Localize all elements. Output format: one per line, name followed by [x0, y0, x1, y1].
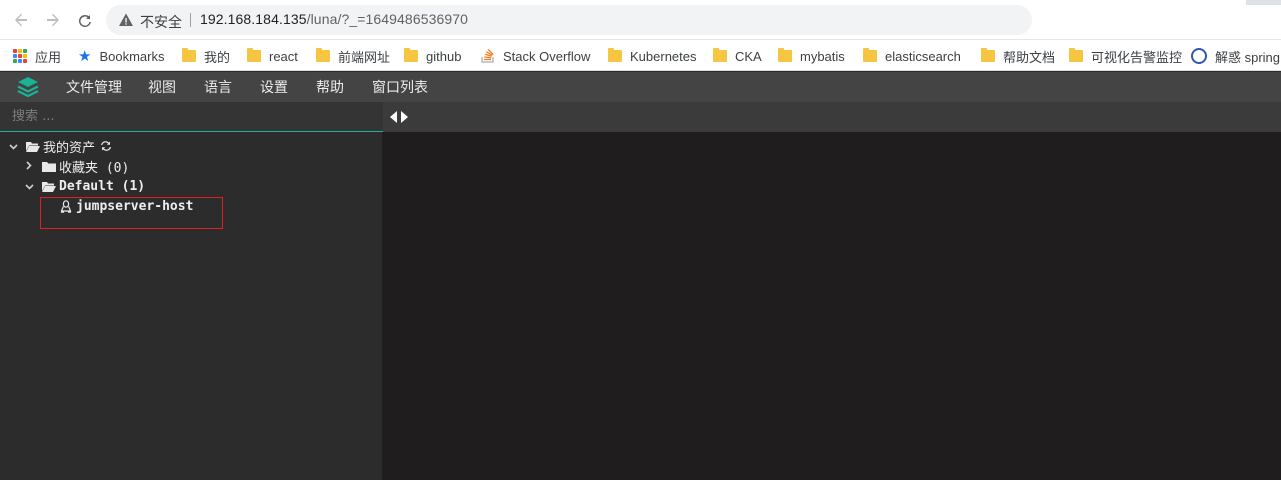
- url-text[interactable]: 192.168.184.135/luna/?_=1649486536970: [200, 11, 468, 27]
- bookmark-label: 我的: [204, 49, 231, 65]
- bookmark-label: Bookmarks: [99, 48, 165, 64]
- folder-icon: [863, 48, 877, 62]
- tree-favorites-label: 收藏夹 (0): [59, 160, 130, 176]
- bookmark-folder[interactable]: CKA: [713, 46, 762, 66]
- reload-icon[interactable]: [75, 10, 95, 30]
- folder-icon: [713, 48, 727, 62]
- tree-default-label: Default (1): [59, 178, 146, 194]
- asset-tree-pane: 我的资产 收藏夹 (0) Default (1) jumpserver-host: [0, 102, 383, 480]
- folder-icon: [608, 48, 622, 62]
- star-icon: ★: [78, 48, 92, 65]
- warning-icon[interactable]: [118, 12, 134, 28]
- bookmark-label: Kubernetes: [630, 48, 697, 64]
- folder-open-icon: [26, 141, 40, 152]
- menu-file-manager[interactable]: 文件管理: [66, 77, 122, 97]
- bookmark-label: CKA: [735, 48, 762, 64]
- app-menu-bar: 文件管理 视图 语言 设置 帮助 窗口列表: [0, 72, 1281, 102]
- bookmark-label: github: [426, 48, 462, 64]
- url-path: /luna/?_=1649486536970: [306, 11, 469, 27]
- menu-view[interactable]: 视图: [148, 77, 176, 97]
- bookmark-folder[interactable]: 前端网址: [316, 46, 390, 66]
- bookmark-folder[interactable]: 帮助文档: [981, 46, 1055, 66]
- terminal-pane: [383, 102, 1281, 480]
- chevron-down-icon[interactable]: [22, 180, 36, 193]
- folder-icon: [42, 161, 56, 172]
- folder-icon: [182, 48, 196, 62]
- tree-favorites-row[interactable]: 收藏夹 (0): [22, 156, 129, 176]
- bookmark-label: 解惑 spring: [1215, 49, 1281, 65]
- tree-root-row[interactable]: 我的资产: [6, 136, 112, 156]
- browser-toolbar: 不安全 192.168.184.135/luna/?_=164948653697…: [0, 0, 1281, 40]
- folder-open-icon: [42, 181, 56, 192]
- chevron-right-icon[interactable]: [22, 160, 36, 173]
- forward-arrow-icon[interactable]: [43, 10, 63, 30]
- back-arrow-icon[interactable]: [11, 10, 31, 30]
- search-box: [0, 102, 383, 132]
- extension-icon: [1191, 48, 1207, 64]
- folder-icon: [247, 48, 261, 62]
- bookmark-label: 应用: [35, 49, 62, 65]
- toggle-sidebar-icon[interactable]: [388, 110, 410, 124]
- bookmark-label: 帮助文档: [1003, 49, 1056, 65]
- highlight-annotation-box: [40, 197, 223, 229]
- bookmark-label: Stack Overflow: [503, 48, 591, 64]
- bookmark-label: 可视化告警监控: [1091, 49, 1183, 65]
- search-input[interactable]: [0, 102, 383, 131]
- bookmark-stackoverflow[interactable]: Stack Overflow: [481, 46, 590, 66]
- folder-icon: [1069, 48, 1083, 62]
- menu-help[interactable]: 帮助: [316, 77, 344, 97]
- tree-default-row[interactable]: Default (1): [22, 176, 145, 196]
- bookmark-apps[interactable]: 应用: [13, 46, 61, 66]
- tree-root-label: 我的资产: [43, 140, 96, 156]
- bookmarks-bar: 应用 ★ Bookmarks 我的 react 前端网址 github Stac…: [0, 40, 1281, 71]
- url-host: 192.168.184.135: [200, 11, 307, 27]
- bookmark-label: react: [269, 48, 298, 64]
- bookmark-folder[interactable]: 我的: [182, 46, 230, 66]
- tab-strip: [383, 102, 1281, 132]
- not-secure-label: 不安全: [140, 15, 182, 31]
- bookmark-label: mybatis: [800, 48, 845, 64]
- folder-icon: [778, 48, 792, 62]
- menu-window-list[interactable]: 窗口列表: [372, 77, 428, 97]
- folder-icon: [981, 48, 995, 62]
- refresh-icon[interactable]: [100, 140, 112, 152]
- chevron-down-icon[interactable]: [6, 140, 20, 153]
- menu-language[interactable]: 语言: [204, 77, 232, 97]
- apps-icon: [13, 49, 27, 63]
- bookmark-folder[interactable]: mybatis: [778, 46, 845, 66]
- bookmark-bookmarks[interactable]: ★ Bookmarks: [78, 46, 164, 66]
- bookmark-extension[interactable]: 解惑 spring: [1191, 46, 1280, 66]
- address-bar[interactable]: 不安全 192.168.184.135/luna/?_=164948653697…: [106, 5, 1032, 35]
- bookmark-label: elasticsearch: [885, 48, 961, 64]
- folder-icon: [404, 48, 418, 62]
- bookmark-folder[interactable]: github: [404, 46, 461, 66]
- stackoverflow-icon: [481, 47, 495, 66]
- jumpserver-logo-icon: [16, 75, 40, 99]
- bookmark-folder[interactable]: react: [247, 46, 298, 66]
- tab-strip-corner: [1246, 0, 1281, 5]
- menu-settings[interactable]: 设置: [260, 77, 288, 97]
- address-separator: [190, 13, 191, 27]
- bookmark-folder[interactable]: Kubernetes: [608, 46, 697, 66]
- bookmark-label: 前端网址: [338, 49, 391, 65]
- bookmark-folder[interactable]: elasticsearch: [863, 46, 961, 66]
- bookmark-folder[interactable]: 可视化告警监控: [1069, 46, 1182, 66]
- folder-icon: [316, 48, 330, 62]
